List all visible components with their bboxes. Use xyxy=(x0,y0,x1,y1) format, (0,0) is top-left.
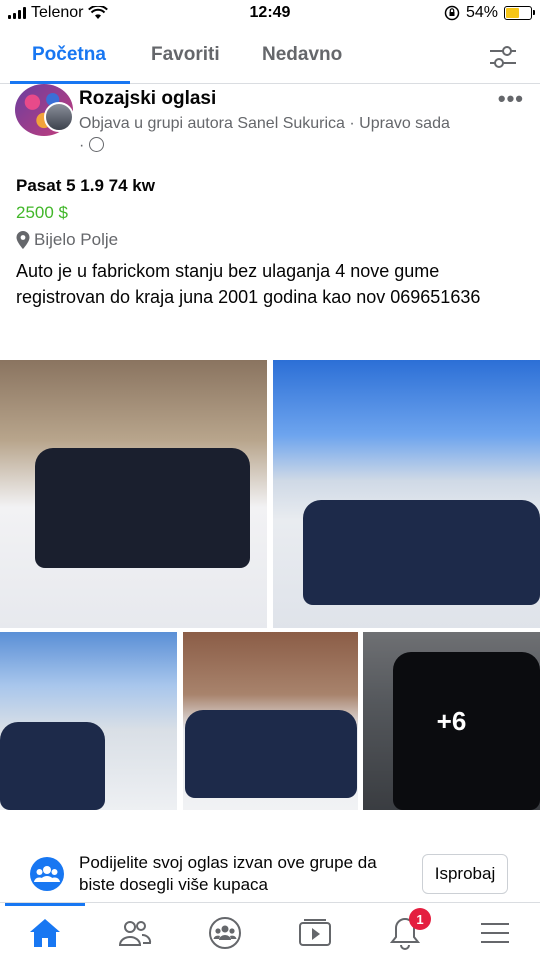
try-button[interactable]: Isprobaj xyxy=(422,854,508,894)
post-meta: Objava u grupi autora Sanel Sukurica · U… xyxy=(79,113,499,157)
friends-icon xyxy=(118,921,152,946)
listing-photo-4[interactable] xyxy=(183,632,358,810)
group-share-icon xyxy=(30,857,64,891)
share-prompt: Podijelite svoj oglas izvan ove grupe da… xyxy=(0,848,540,900)
group-name[interactable]: Rozajski oglasi xyxy=(79,88,216,110)
bottom-nav xyxy=(0,902,540,960)
listing-photo-5[interactable]: +6 xyxy=(363,632,540,810)
battery-icon xyxy=(504,6,535,20)
nav-friends[interactable] xyxy=(115,913,155,953)
tab-nedavno[interactable]: Nedavno xyxy=(262,44,342,66)
orientation-lock-icon xyxy=(444,5,460,21)
status-right: 54% xyxy=(444,4,535,22)
listing-location: Bijelo Polje xyxy=(16,230,118,250)
author-avatar[interactable] xyxy=(44,102,74,132)
status-bar: Telenor 12:49 54% xyxy=(0,0,540,28)
location-pin-icon xyxy=(16,231,30,249)
battery-fill xyxy=(506,8,519,18)
post-meta-text: Objava u grupi autora Sanel Sukurica · U… xyxy=(79,115,450,132)
car-image xyxy=(35,448,250,568)
tab-pocetna[interactable]: Početna xyxy=(32,44,106,66)
car-image xyxy=(303,500,540,605)
listing-photo-2[interactable] xyxy=(273,360,540,628)
globe-icon xyxy=(88,137,104,152)
battery-percent: 54% xyxy=(465,4,498,21)
more-photos-count: +6 xyxy=(436,705,467,736)
groups-icon xyxy=(209,917,241,949)
listing-price: 2500 $ xyxy=(16,203,68,222)
more-options-icon[interactable]: ••• xyxy=(498,86,524,112)
nav-watch[interactable] xyxy=(295,913,335,953)
menu-icon xyxy=(481,923,509,943)
tab-favoriti[interactable]: Favoriti xyxy=(151,44,220,66)
nav-menu[interactable] xyxy=(475,913,515,953)
nav-home[interactable] xyxy=(25,913,65,953)
listing-photo-3[interactable] xyxy=(0,632,177,810)
more-photos-overlay[interactable]: +6 xyxy=(363,632,540,810)
home-icon xyxy=(30,919,60,947)
car-image xyxy=(185,710,357,798)
share-prompt-text: Podijelite svoj oglas izvan ove grupe da… xyxy=(79,853,377,894)
nav-groups[interactable] xyxy=(205,913,245,953)
top-tabs: Početna Favoriti Nedavno xyxy=(0,30,540,84)
active-nav-indicator xyxy=(5,903,85,906)
car-image xyxy=(0,722,105,810)
post-meta-dot: · xyxy=(79,137,85,154)
listing-description: Auto je u fabrickom stanju bez ulaganja … xyxy=(16,261,481,307)
post-header: Rozajski oglasi Objava u grupi autora Sa… xyxy=(0,84,540,154)
listing-photo-1[interactable] xyxy=(0,360,267,628)
filter-settings-icon[interactable] xyxy=(488,44,518,70)
watch-icon xyxy=(299,919,331,946)
notification-badge: 1 xyxy=(409,908,431,930)
location-text: Bijelo Polje xyxy=(34,230,119,249)
listing-title: Pasat 5 1.9 74 kw xyxy=(16,176,155,195)
